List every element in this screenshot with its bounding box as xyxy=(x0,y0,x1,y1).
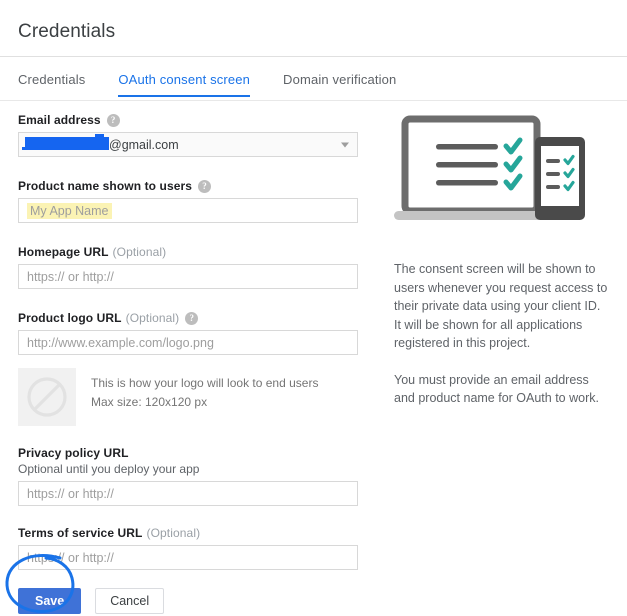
privacy-policy-url-label-row: Privacy policy URL xyxy=(18,446,363,460)
credentials-page: Credentials Credentials OAuth consent sc… xyxy=(0,0,627,616)
info-paragraph-2: You must provide an email address and pr… xyxy=(394,372,599,406)
help-icon[interactable]: ? xyxy=(106,113,120,127)
product-logo-url-label: Product logo URL xyxy=(18,311,122,325)
privacy-policy-url-label: Privacy policy URL xyxy=(18,446,129,460)
logo-preview-text: This is how your logo will look to end u… xyxy=(91,368,318,412)
tab-bar: Credentials OAuth consent screen Domain … xyxy=(0,70,627,101)
terms-of-service-url-label-row: Terms of service URL (Optional) xyxy=(18,526,363,540)
logo-preview-line-2: Max size: 120x120 px xyxy=(91,395,208,409)
product-logo-url-input[interactable]: http://www.example.com/logo.png xyxy=(18,330,358,355)
tab-domain-verification[interactable]: Domain verification xyxy=(283,70,396,97)
help-icon[interactable]: ? xyxy=(185,311,199,325)
terms-of-service-url-label: Terms of service URL xyxy=(18,526,143,540)
field-product-logo-url: Product logo URL (Optional) ? http://www… xyxy=(18,311,363,355)
page-title: Credentials xyxy=(18,20,116,42)
terms-of-service-url-placeholder: https:// or http:// xyxy=(27,550,114,565)
logo-placeholder-box xyxy=(18,368,76,426)
product-name-label-row: Product name shown to users ? xyxy=(18,179,363,193)
cancel-button[interactable]: Cancel xyxy=(95,588,165,614)
email-domain-text: @gmail.com xyxy=(109,137,179,152)
email-address-label-row: Email address ? xyxy=(18,113,363,127)
no-entry-icon xyxy=(27,377,67,417)
privacy-policy-url-sub-label: Optional until you deploy your app xyxy=(18,462,200,476)
privacy-policy-url-placeholder: https:// or http:// xyxy=(27,486,114,501)
email-address-label: Email address xyxy=(18,113,101,127)
chevron-down-icon[interactable] xyxy=(341,142,349,147)
form-actions: Save Cancel xyxy=(18,588,363,614)
logo-preview-line-1: This is how your logo will look to end u… xyxy=(91,376,319,390)
info-paragraph-1: The consent screen will be shown to user… xyxy=(394,262,608,350)
email-address-select[interactable]: @gmail.com xyxy=(18,132,358,157)
tab-divider xyxy=(0,100,627,101)
field-terms-of-service-url: Terms of service URL (Optional) https://… xyxy=(18,526,363,570)
product-name-label: Product name shown to users xyxy=(18,179,193,193)
help-icon[interactable]: ? xyxy=(198,179,212,193)
redaction-bar xyxy=(22,133,109,150)
product-logo-url-optional: (Optional) xyxy=(125,311,180,325)
info-panel: The consent screen will be shown to user… xyxy=(394,115,609,420)
email-address-value: @gmail.com xyxy=(22,133,179,152)
consent-form: Email address ? @gmail.com Product name … xyxy=(18,113,363,614)
field-product-name: Product name shown to users ? My App Nam… xyxy=(18,179,363,223)
terms-of-service-url-input[interactable]: https:// or http:// xyxy=(18,545,358,570)
laptop-and-phone-checklist-illustration xyxy=(394,115,585,220)
homepage-url-label: Homepage URL xyxy=(18,245,109,259)
homepage-url-optional: (Optional) xyxy=(112,245,167,259)
homepage-url-placeholder: https:// or http:// xyxy=(27,269,114,284)
terms-of-service-url-optional: (Optional) xyxy=(146,526,201,540)
field-homepage-url: Homepage URL (Optional) https:// or http… xyxy=(18,245,363,289)
privacy-policy-url-input[interactable]: https:// or http:// xyxy=(18,481,358,506)
field-privacy-policy-url: Privacy policy URL Optional until you de… xyxy=(18,446,363,506)
product-name-placeholder: My App Name xyxy=(27,202,112,219)
header-divider xyxy=(0,56,627,57)
product-name-input[interactable]: My App Name xyxy=(18,198,358,223)
tab-credentials[interactable]: Credentials xyxy=(18,70,85,97)
homepage-url-label-row: Homepage URL (Optional) xyxy=(18,245,363,259)
tab-oauth-consent-screen[interactable]: OAuth consent screen xyxy=(118,70,250,97)
product-logo-url-placeholder: http://www.example.com/logo.png xyxy=(27,335,214,350)
homepage-url-input[interactable]: https:// or http:// xyxy=(18,264,358,289)
product-logo-url-label-row: Product logo URL (Optional) ? xyxy=(18,311,363,325)
field-email-address: Email address ? @gmail.com xyxy=(18,113,363,157)
save-button[interactable]: Save xyxy=(18,588,82,614)
logo-preview: This is how your logo will look to end u… xyxy=(18,368,363,426)
